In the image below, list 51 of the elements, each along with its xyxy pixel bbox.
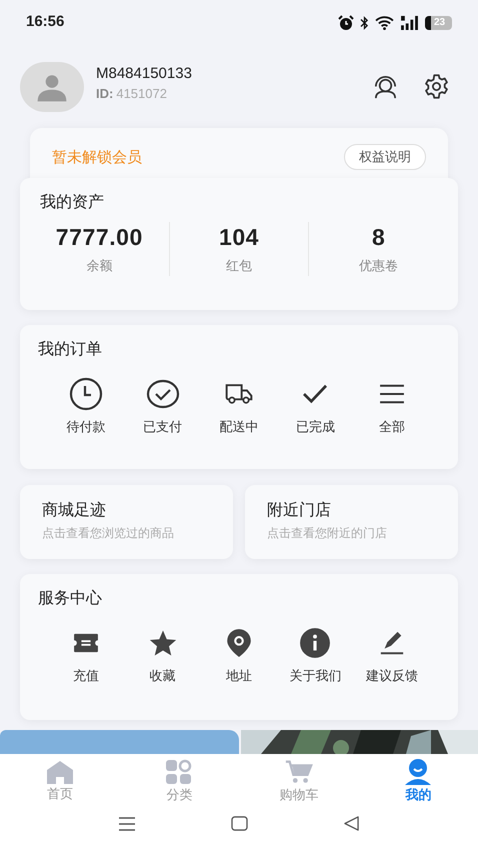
user-id: 4151072 [116,84,167,102]
membership-status: 暂未解锁会员 [52,148,142,168]
shortcut-button[interactable]: 全部 [354,377,430,436]
asset-label: 余额 [86,257,112,275]
checkmark-icon [301,383,330,405]
section-title: 我的订单 [38,340,103,360]
shortcut-button[interactable]: 配送中 [200,377,278,436]
home-icon [44,759,75,785]
asset-label: 优惠卷 [359,257,398,275]
wifi-icon [375,15,394,30]
ticket-icon [72,632,100,654]
bluetooth-icon [360,16,369,30]
info-icon [299,627,332,659]
id-label: ID: [96,84,114,102]
status-time: 16:56 [26,12,64,32]
tab-bar-item[interactable]: 我的 [358,754,478,807]
section-title: 服务中心 [38,588,103,609]
star-icon [148,628,178,658]
shortcut-button[interactable]: 地址 [200,626,278,686]
asset-value[interactable]: 7777.00 [56,222,143,252]
shortcut-button[interactable]: 关于我们 [277,626,354,686]
shortcut-button[interactable]: 已完成 [277,377,354,436]
shortcut-button[interactable]: 充值 [48,626,124,686]
settings-icon[interactable] [423,73,450,100]
battery-indicator: 23 [425,16,452,30]
home-button-icon[interactable] [231,816,248,831]
asset-label: 红包 [226,257,252,275]
menu-icon[interactable] [118,816,136,830]
location-pin-icon [226,628,252,658]
customer-service-icon[interactable] [372,73,399,100]
cart-icon [284,758,314,786]
user-name: M8484150133 [96,64,192,84]
person-icon [403,758,434,786]
shortcut-button[interactable]: 建议反馈 [354,626,430,686]
truck-icon [224,382,254,406]
back-icon[interactable] [343,816,360,831]
asset-value[interactable]: 104 [218,222,260,252]
shortcut-button[interactable]: 待付款 [48,377,124,436]
benefits-button[interactable]: 权益说明 [344,144,426,170]
avatar[interactable] [20,62,84,112]
shortcut-button[interactable]: 已支付 [124,377,201,436]
list-icon [378,383,406,405]
signal-icon [400,15,419,30]
shortcut-button[interactable]: 收藏 [124,626,201,686]
check-circle-icon [146,377,180,411]
alarm-icon [338,14,354,30]
section-title: 我的资产 [40,192,105,213]
clock-icon [69,377,104,411]
shortcut-card[interactable]: 商城足迹 点击查看您浏览过的商品 [20,485,233,559]
shortcut-card[interactable]: 附近门店 点击查看您附近的门店 [245,485,458,559]
asset-value[interactable]: 8 [372,222,386,252]
